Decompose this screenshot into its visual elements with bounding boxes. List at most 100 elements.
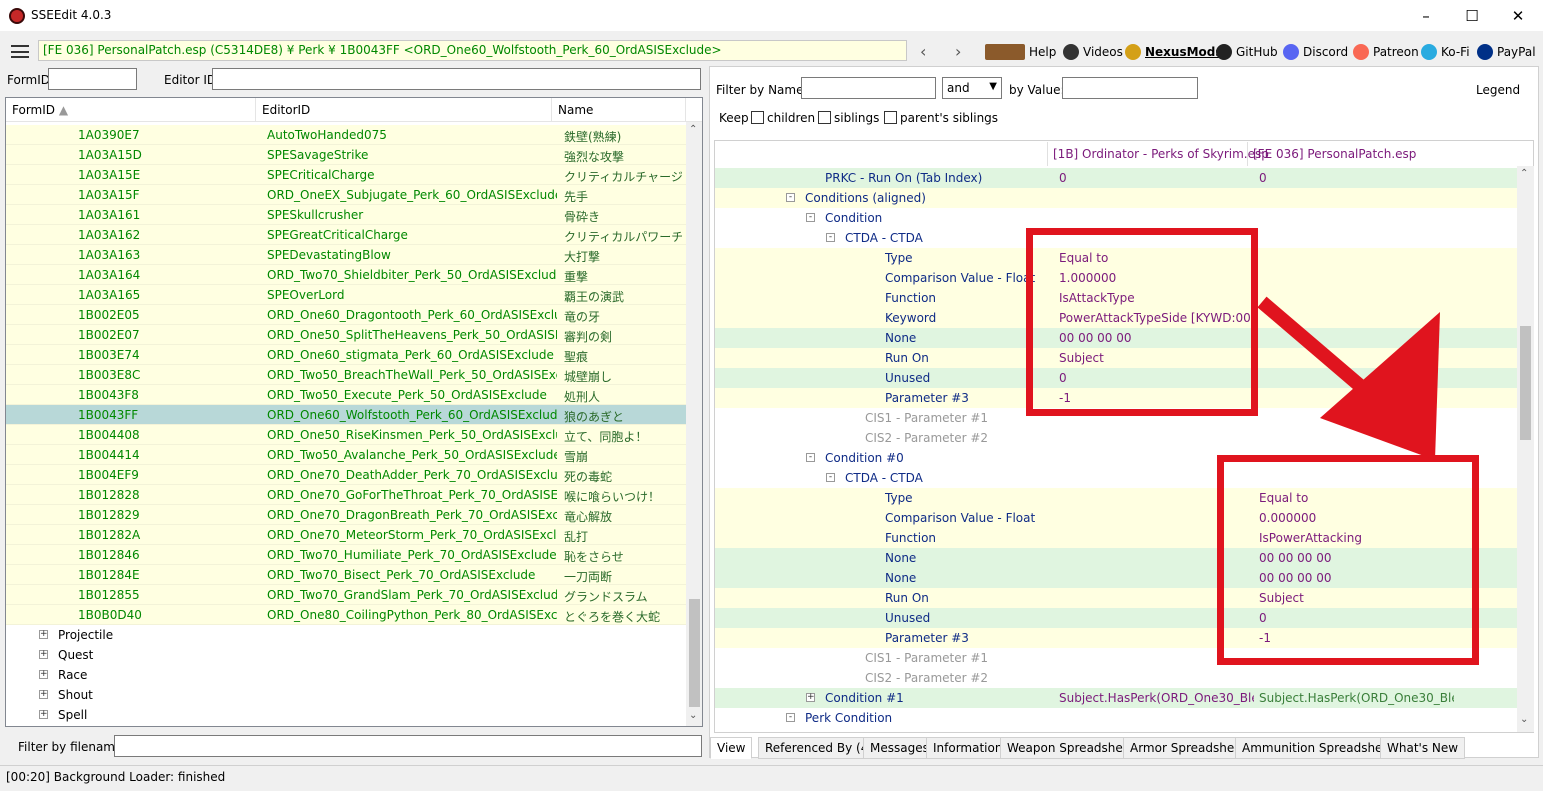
table-row[interactable]: 1B01282A ORD_One70_MeteorStorm_Perk_70_Or… [6, 525, 686, 545]
expand-icon[interactable]: - [786, 713, 795, 722]
record-row[interactable]: CIS2 - Parameter #2 [715, 668, 1517, 688]
link-nexusmods[interactable]: NexusMods [1125, 44, 1223, 60]
table-row[interactable]: 1B003E74 ORD_One60_stigmata_Perk_60_OrdAS… [6, 345, 686, 365]
record-row[interactable]: - Conditions (aligned) [715, 188, 1517, 208]
name-cell: 喉に喰らいつけ！ [564, 490, 661, 504]
patch-value[interactable]: 0 [1259, 171, 1454, 185]
table-row[interactable]: 1B012829 ORD_One70_DragonBreath_Perk_70_O… [6, 505, 686, 525]
record-path-box[interactable]: [FE 036] PersonalPatch.esp (C5314DE8) ¥ … [38, 40, 907, 61]
record-row[interactable]: - Condition [715, 208, 1517, 228]
tab-view[interactable]: View [710, 737, 753, 759]
table-row[interactable]: 1B004EF9 ORD_One70_DeathAdder_Perk_70_Ord… [6, 465, 686, 485]
tab-ammunition-spreadsheet[interactable]: Ammunition Spreadsheet [1235, 737, 1402, 759]
expand-icon[interactable]: + [806, 693, 815, 702]
tree-item[interactable]: + Spell [6, 705, 686, 725]
filter-value-input[interactable] [1062, 77, 1198, 99]
tab-information[interactable]: Information [926, 737, 1010, 759]
scroll-down-icon[interactable]: ⌄ [689, 710, 697, 721]
tab-messages[interactable]: Messages [863, 737, 936, 759]
tree-item[interactable]: + Quest [6, 645, 686, 665]
col-name[interactable]: Name [552, 98, 686, 122]
table-row[interactable]: 1A03A163 SPEDevastatingBlow 大打撃 [6, 245, 686, 265]
tree-item[interactable]: + Race [6, 665, 686, 685]
expand-icon[interactable]: - [786, 193, 795, 202]
column-personalpatch[interactable]: [FE 036] PersonalPatch.esp [1253, 147, 1416, 161]
column-ordinator[interactable]: [1B] Ordinator - Perks of Skyrim.esp [1053, 147, 1269, 161]
expand-icon[interactable]: + [39, 650, 48, 659]
link-github[interactable]: GitHub [1216, 44, 1278, 60]
legend-button[interactable]: Legend [1476, 83, 1520, 97]
table-row[interactable]: 1B002E07 ORD_One50_SplitTheHeavens_Perk_5… [6, 325, 686, 345]
scroll-thumb[interactable] [689, 599, 700, 707]
expand-icon[interactable]: - [806, 453, 815, 462]
scroll-down-icon[interactable]: ⌄ [1520, 714, 1528, 725]
scroll-thumb[interactable] [1520, 326, 1531, 440]
link-kofi[interactable]: Ko-Fi [1421, 44, 1470, 60]
link-patreon[interactable]: Patreon [1353, 44, 1419, 60]
table-row[interactable]: 1A03A15F ORD_OneEX_Subjugate_Perk_60_OrdA… [6, 185, 686, 205]
expand-icon[interactable]: + [39, 690, 48, 699]
maximize-button[interactable]: ☐ [1449, 0, 1495, 31]
link-help[interactable]: Help [985, 44, 1056, 60]
left-scrollbar[interactable]: ⌃ ⌄ [686, 122, 702, 726]
table-row[interactable]: 1B012846 ORD_Two70_Humiliate_Perk_70_OrdA… [6, 545, 686, 565]
col-editorid[interactable]: EditorID [256, 98, 552, 122]
link-paypal[interactable]: PayPal [1477, 44, 1536, 60]
siblings-checkbox[interactable] [818, 111, 831, 124]
table-row[interactable]: 1B012828 ORD_One70_GoForTheThroat_Perk_70… [6, 485, 686, 505]
tab-weapon-spreadsheet[interactable]: Weapon Spreadsheet [1000, 737, 1142, 759]
children-checkbox[interactable] [751, 111, 764, 124]
patch-value[interactable]: Subject.HasPerk(ORD_One30_Ble... [1259, 691, 1454, 705]
scroll-up-icon[interactable]: ⌃ [689, 124, 697, 135]
expand-icon[interactable]: + [39, 710, 48, 719]
table-row[interactable]: 1A03A15E SPECriticalCharge クリティカルチャージ [6, 165, 686, 185]
menu-icon[interactable] [11, 45, 29, 58]
expand-icon[interactable]: - [826, 233, 835, 242]
ordinator-value[interactable]: 0 [1059, 171, 1254, 185]
table-row[interactable]: 1B0043F8 ORD_Two50_Execute_Perk_50_OrdASI… [6, 385, 686, 405]
record-row[interactable]: PRKC - Run On (Tab Index) 0 0 [715, 168, 1517, 188]
filter-name-input[interactable] [801, 77, 936, 99]
record-row[interactable]: - Perk Condition [715, 708, 1517, 728]
table-row[interactable]: 1B004408 ORD_One50_RiseKinsmen_Perk_50_Or… [6, 425, 686, 445]
table-row[interactable]: 1A03A164 ORD_Two70_Shieldbiter_Perk_50_Or… [6, 265, 686, 285]
table-row[interactable]: 1B012855 ORD_Two70_GrandSlam_Perk_70_OrdA… [6, 585, 686, 605]
close-button[interactable]: ✕ [1495, 0, 1541, 31]
table-row[interactable]: 1B0B0D40 ORD_One80_CoilingPython_Perk_80_… [6, 605, 686, 625]
table-row[interactable]: 1B01284E ORD_Two70_Bisect_Perk_70_OrdASIS… [6, 565, 686, 585]
editorid-input[interactable] [212, 68, 701, 90]
tab-what-s-new[interactable]: What's New [1380, 737, 1466, 759]
tab-referenced-by[interactable]: Referenced By (4) [758, 737, 881, 759]
table-row[interactable]: 1A03A15D SPESavageStrike 強烈な攻撃 [6, 145, 686, 165]
table-row[interactable]: 1A03A161 SPESkullcrusher 骨砕き [6, 205, 686, 225]
record-row[interactable]: + Condition #1 Subject.HasPerk(ORD_One30_B… [715, 688, 1517, 708]
table-row[interactable]: 1A03A162 SPEGreatCriticalCharge クリティカルパワーチ… [6, 225, 686, 245]
link-discord[interactable]: Discord [1283, 44, 1348, 60]
tree-item[interactable]: + Projectile [6, 625, 686, 645]
expand-icon[interactable]: - [806, 213, 815, 222]
right-scrollbar[interactable]: ⌃ ⌄ [1517, 166, 1534, 732]
link-videos[interactable]: Videos [1063, 44, 1123, 60]
filename-filter-input[interactable] [114, 735, 702, 757]
tree-item[interactable]: + Shout [6, 685, 686, 705]
formid-input[interactable] [48, 68, 137, 90]
back-button[interactable]: ‹ [920, 42, 926, 61]
and-or-select[interactable]: and ▼ [942, 77, 1002, 99]
table-row[interactable]: 1B003E8C ORD_Two50_BreachTheWall_Perk_50_… [6, 365, 686, 385]
table-row[interactable]: 1A03A165 SPEOverLord 覇王の演武 [6, 285, 686, 305]
minimize-button[interactable]: – [1403, 0, 1449, 31]
scroll-up-icon[interactable]: ⌃ [1520, 168, 1528, 179]
table-row[interactable]: 1A0390E7 AutoTwoHanded075 鉄壁(熟練) [6, 125, 686, 145]
tab-armor-spreadsheet[interactable]: Armor Spreadsheet [1123, 737, 1254, 759]
col-formid[interactable]: FormID ▲ [6, 98, 256, 122]
table-row[interactable]: 1B002E05 ORD_One60_Dragontooth_Perk_60_Or… [6, 305, 686, 325]
record-tree: FormID ▲ EditorID Name 1A0390E7 AutoTwoHa… [5, 97, 703, 727]
expand-icon[interactable]: + [39, 630, 48, 639]
expand-icon[interactable]: + [39, 670, 48, 679]
ordinator-value[interactable]: Subject.HasPerk(ORD_One30_Ble... [1059, 691, 1254, 705]
forward-button[interactable]: › [955, 42, 961, 61]
table-row[interactable]: 1B004414 ORD_Two50_Avalanche_Perk_50_OrdA… [6, 445, 686, 465]
parents-siblings-checkbox[interactable] [884, 111, 897, 124]
table-row[interactable]: 1B0043FF ORD_One60_Wolfstooth_Perk_60_Ord… [6, 405, 686, 425]
expand-icon[interactable]: - [826, 473, 835, 482]
